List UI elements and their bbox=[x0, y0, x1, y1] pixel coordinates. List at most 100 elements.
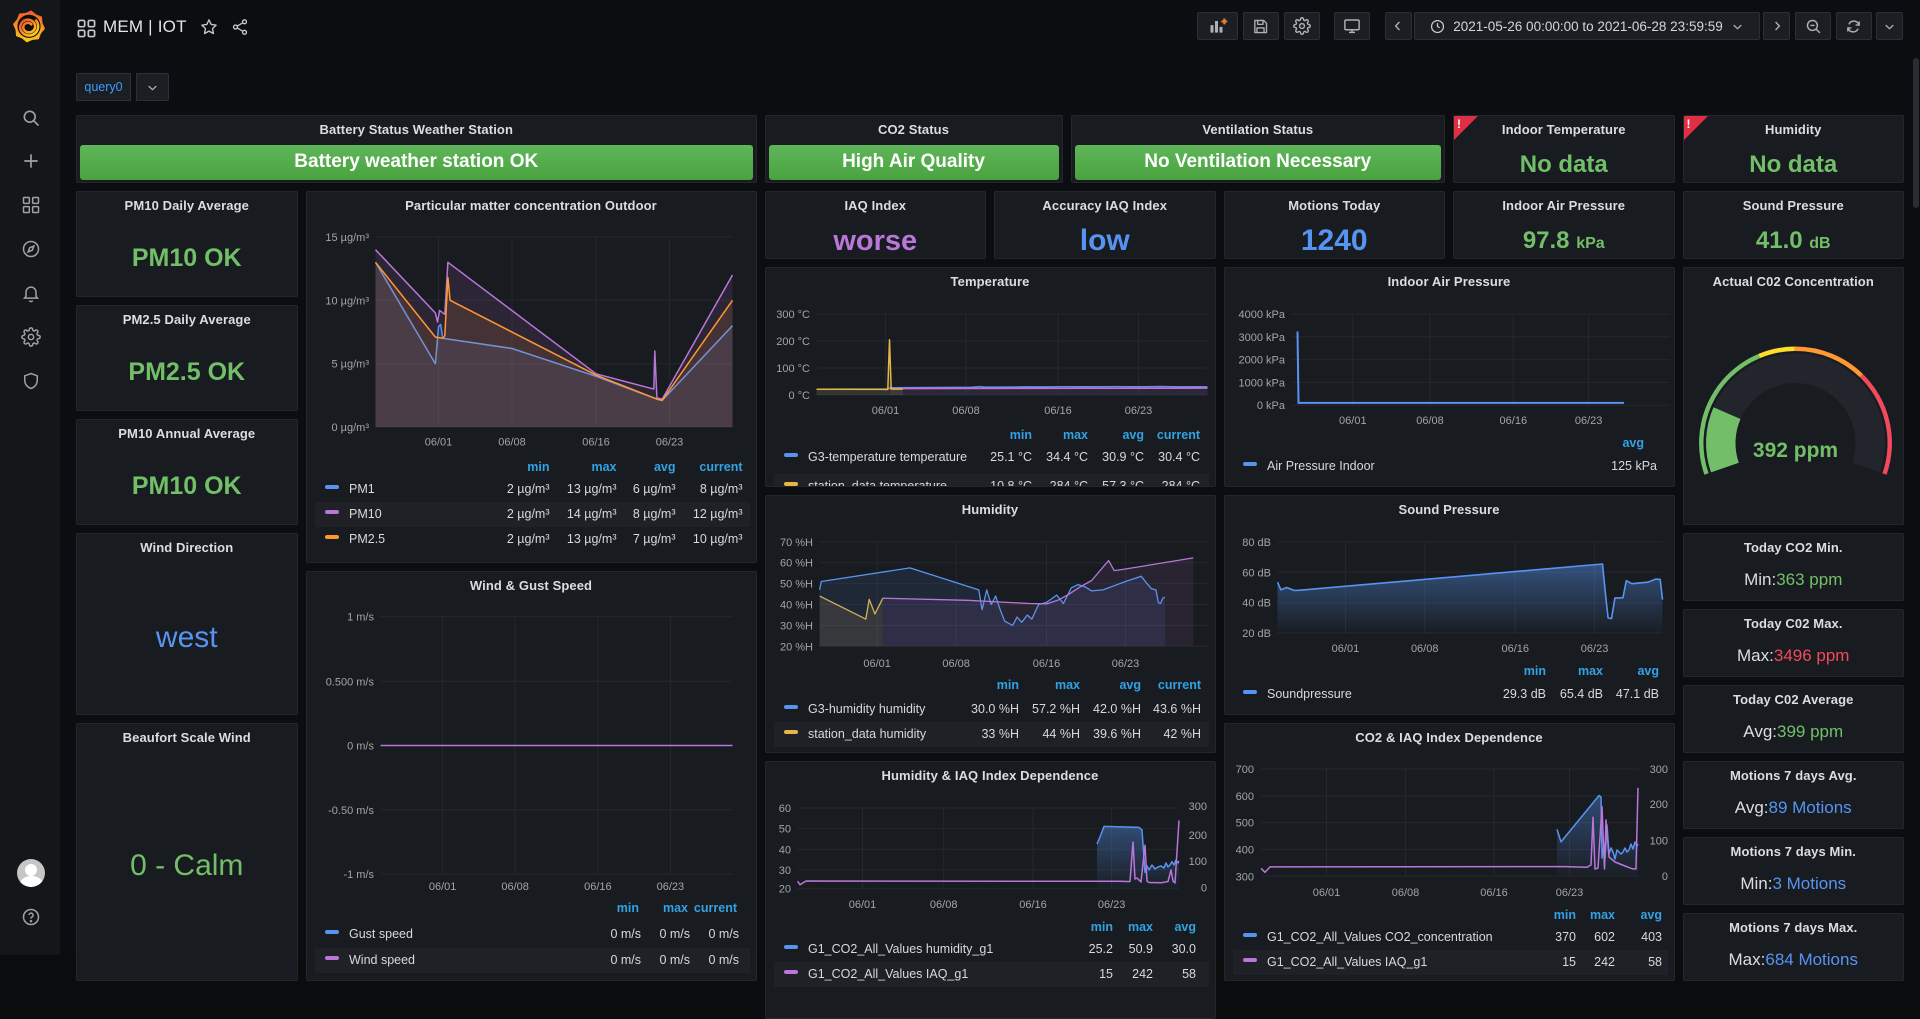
svg-text:50 %H: 50 %H bbox=[779, 579, 812, 591]
svg-text:2 µg/m³: 2 µg/m³ bbox=[506, 507, 549, 521]
svg-text:10 µg/m³: 10 µg/m³ bbox=[692, 532, 742, 546]
svg-text:G1_CO2_All_Values IAQ_g1: G1_CO2_All_Values IAQ_g1 bbox=[808, 967, 968, 981]
svg-text:58: 58 bbox=[1182, 967, 1196, 981]
svg-text:06/08: 06/08 bbox=[498, 437, 526, 449]
svg-text:06/16: 06/16 bbox=[584, 881, 612, 893]
svg-text:200: 200 bbox=[1649, 799, 1667, 811]
svg-text:0: 0 bbox=[1661, 871, 1667, 883]
svg-text:0 m/s: 0 m/s bbox=[347, 741, 374, 753]
svg-text:15 µg/m³: 15 µg/m³ bbox=[325, 232, 369, 244]
svg-text:G1_CO2_All_Values IAQ_g1: G1_CO2_All_Values IAQ_g1 bbox=[1267, 955, 1427, 969]
svg-text:40 dB: 40 dB bbox=[1242, 598, 1271, 610]
svg-text:avg: avg bbox=[1637, 664, 1659, 678]
svg-text:20: 20 bbox=[778, 883, 790, 895]
svg-text:30.4 °C: 30.4 °C bbox=[1158, 450, 1200, 464]
svg-text:06/08: 06/08 bbox=[952, 405, 980, 417]
svg-text:0 m/s: 0 m/s bbox=[659, 927, 690, 941]
svg-text:06/23: 06/23 bbox=[655, 437, 683, 449]
svg-text:current: current bbox=[1156, 428, 1200, 442]
svg-text:700: 700 bbox=[1235, 764, 1253, 776]
svg-text:100: 100 bbox=[1188, 856, 1206, 868]
svg-text:PM2.5: PM2.5 bbox=[349, 532, 385, 546]
svg-text:0: 0 bbox=[1200, 882, 1206, 894]
svg-text:47.1 dB: 47.1 dB bbox=[1615, 687, 1658, 701]
svg-text:06/01: 06/01 bbox=[428, 881, 456, 893]
svg-text:5 µg/m³: 5 µg/m³ bbox=[331, 359, 369, 371]
svg-text:avg: avg bbox=[1122, 428, 1144, 442]
svg-text:06/23: 06/23 bbox=[656, 881, 684, 893]
svg-text:3000 kPa: 3000 kPa bbox=[1238, 332, 1285, 344]
svg-text:20 dB: 20 dB bbox=[1242, 628, 1271, 640]
svg-text:06/01: 06/01 bbox=[1331, 643, 1359, 655]
svg-text:max: max bbox=[1577, 664, 1602, 678]
svg-text:30 %H: 30 %H bbox=[779, 620, 812, 632]
svg-text:station_data humidity: station_data humidity bbox=[808, 727, 927, 741]
svg-text:06/23: 06/23 bbox=[1111, 658, 1139, 670]
svg-text:06/23: 06/23 bbox=[1555, 887, 1583, 899]
svg-text:max: max bbox=[1589, 908, 1614, 922]
svg-text:06/16: 06/16 bbox=[1501, 643, 1529, 655]
svg-text:G1_CO2_All_Values humidity_g1: G1_CO2_All_Values humidity_g1 bbox=[808, 942, 993, 956]
svg-text:min: min bbox=[1523, 664, 1545, 678]
svg-text:min: min bbox=[1090, 920, 1112, 934]
svg-text:12 µg/m³: 12 µg/m³ bbox=[692, 507, 742, 521]
svg-text:min: min bbox=[996, 678, 1018, 692]
svg-text:2 µg/m³: 2 µg/m³ bbox=[506, 482, 549, 496]
svg-text:40: 40 bbox=[778, 844, 790, 856]
svg-text:58: 58 bbox=[1648, 955, 1662, 969]
svg-text:0 kPa: 0 kPa bbox=[1256, 400, 1285, 412]
svg-text:33 %H: 33 %H bbox=[981, 727, 1019, 741]
svg-text:06/01: 06/01 bbox=[871, 405, 899, 417]
svg-text:2000 kPa: 2000 kPa bbox=[1238, 355, 1285, 367]
svg-text:06/01: 06/01 bbox=[1339, 415, 1367, 427]
svg-text:max: max bbox=[591, 460, 616, 474]
svg-text:0 m/s: 0 m/s bbox=[610, 927, 641, 941]
svg-text:0 m/s: 0 m/s bbox=[659, 953, 690, 967]
svg-text:06/01: 06/01 bbox=[1312, 887, 1340, 899]
svg-text:13 µg/m³: 13 µg/m³ bbox=[566, 532, 616, 546]
svg-text:4000 kPa: 4000 kPa bbox=[1238, 309, 1285, 321]
svg-text:25.2: 25.2 bbox=[1088, 942, 1112, 956]
svg-text:06/08: 06/08 bbox=[501, 881, 529, 893]
svg-text:PM10: PM10 bbox=[349, 507, 382, 521]
svg-text:06/01: 06/01 bbox=[863, 658, 891, 670]
svg-text:300: 300 bbox=[1649, 764, 1667, 776]
svg-text:G3-humidity humidity: G3-humidity humidity bbox=[808, 702, 926, 716]
svg-text:370: 370 bbox=[1555, 930, 1576, 944]
svg-text:39.6 %H: 39.6 %H bbox=[1093, 727, 1141, 741]
svg-text:60: 60 bbox=[778, 803, 790, 815]
svg-text:8 µg/m³: 8 µg/m³ bbox=[632, 507, 675, 521]
svg-text:10.8 °C: 10.8 °C bbox=[990, 479, 1032, 487]
svg-text:57.2 %H: 57.2 %H bbox=[1032, 702, 1080, 716]
svg-text:06/08: 06/08 bbox=[1416, 415, 1444, 427]
svg-text:25.1 °C: 25.1 °C bbox=[990, 450, 1032, 464]
svg-text:400: 400 bbox=[1235, 844, 1253, 856]
svg-text:Soundpressure: Soundpressure bbox=[1267, 687, 1352, 701]
svg-text:06/08: 06/08 bbox=[1410, 643, 1438, 655]
svg-text:1 m/s: 1 m/s bbox=[347, 612, 374, 624]
svg-text:avg: avg bbox=[1174, 920, 1196, 934]
svg-text:44 %H: 44 %H bbox=[1042, 727, 1080, 741]
svg-text:PM1: PM1 bbox=[349, 482, 375, 496]
svg-text:403: 403 bbox=[1641, 930, 1662, 944]
svg-text:max: max bbox=[1054, 678, 1079, 692]
svg-text:70 %H: 70 %H bbox=[779, 537, 812, 549]
svg-text:602: 602 bbox=[1594, 930, 1615, 944]
svg-text:1000 kPa: 1000 kPa bbox=[1238, 377, 1285, 389]
svg-text:7 µg/m³: 7 µg/m³ bbox=[632, 532, 675, 546]
svg-text:15: 15 bbox=[1099, 967, 1113, 981]
svg-text:0 m/s: 0 m/s bbox=[610, 953, 641, 967]
svg-text:06/16: 06/16 bbox=[1044, 405, 1072, 417]
svg-text:8 µg/m³: 8 µg/m³ bbox=[699, 482, 742, 496]
svg-text:42.0 %H: 42.0 %H bbox=[1093, 702, 1141, 716]
svg-text:06/08: 06/08 bbox=[942, 658, 970, 670]
svg-text:max: max bbox=[662, 902, 687, 915]
svg-text:15: 15 bbox=[1562, 955, 1576, 969]
svg-text:50: 50 bbox=[778, 824, 790, 836]
svg-text:14 µg/m³: 14 µg/m³ bbox=[566, 507, 616, 521]
svg-text:06/16: 06/16 bbox=[1499, 415, 1527, 427]
svg-text:65.4 dB: 65.4 dB bbox=[1559, 687, 1602, 701]
svg-text:80 dB: 80 dB bbox=[1242, 537, 1271, 549]
svg-text:current: current bbox=[699, 460, 743, 474]
svg-text:06/23: 06/23 bbox=[1124, 405, 1152, 417]
